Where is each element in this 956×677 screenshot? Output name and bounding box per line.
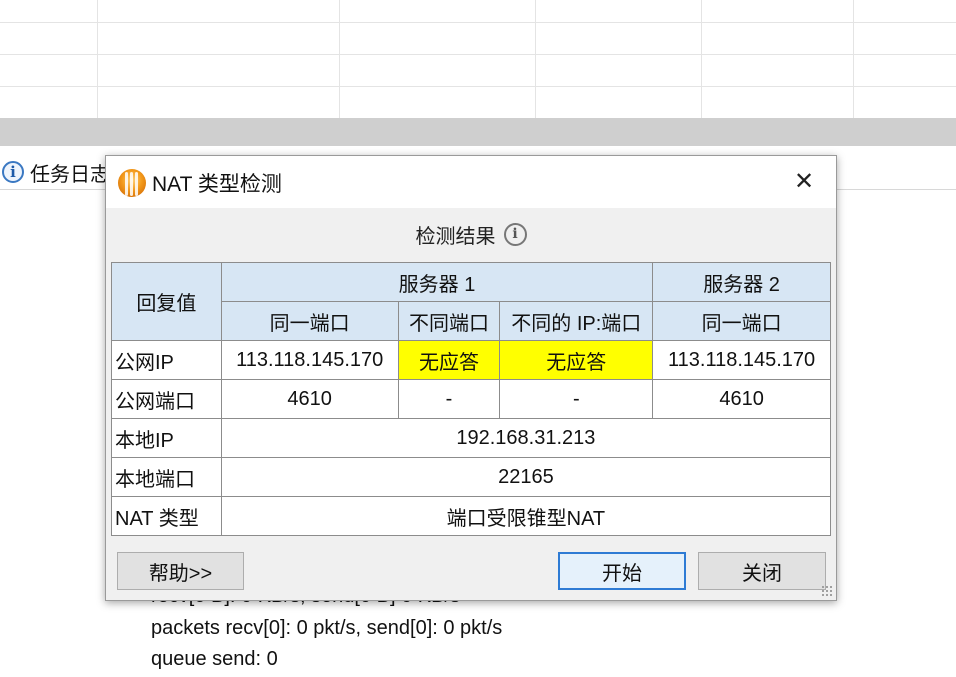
tab-task-log[interactable]: i 任务日志 — [0, 154, 110, 190]
cell-public-port-s2-same: 4610 — [652, 379, 831, 419]
info-icon: i — [2, 161, 24, 183]
row-label-nat-type: NAT 类型 — [111, 496, 222, 536]
close-icon[interactable]: ✕ — [790, 168, 818, 196]
row-label-local-ip: 本地IP — [111, 418, 222, 458]
row-label-public-port: 公网端口 — [111, 379, 222, 419]
info-icon[interactable]: i — [503, 222, 527, 246]
subheader-diff-ip-port: 不同的 IP:端口 — [499, 301, 654, 341]
cell-public-port-s1-diff-ip-port: - — [499, 379, 654, 419]
help-button[interactable]: 帮助>> — [117, 552, 244, 590]
row-label-local-port: 本地端口 — [111, 457, 222, 497]
row-label-public-ip: 公网IP — [111, 340, 222, 380]
subheader-same-port: 同一端口 — [220, 301, 399, 341]
nat-detect-dialog: NAT 类型检测 ✕ 检测结果 i 回复值 服务器 1 服务器 2 同一端口 不… — [105, 155, 837, 601]
dialog-titlebar[interactable]: NAT 类型检测 ✕ — [106, 156, 836, 208]
log-line-queue: queue send: 0 — [151, 648, 278, 670]
table-row: 本地IP 192.168.31.213 — [111, 418, 832, 458]
tab-task-log-label: 任务日志 — [30, 163, 110, 186]
header-server-2: 服务器 2 — [652, 262, 831, 302]
section-title: 检测结果 — [415, 225, 496, 248]
background-grid — [0, 0, 956, 118]
cell-local-ip: 192.168.31.213 — [220, 418, 832, 458]
section-header: 检测结果 i — [106, 208, 836, 260]
cell-nat-type: 端口受限锥型NAT — [220, 496, 832, 536]
cell-public-ip-s1-same: 113.118.145.170 — [220, 340, 399, 380]
subheader-diff-port: 不同端口 — [397, 301, 501, 341]
table-row: 公网端口 4610 - - 4610 — [111, 379, 831, 419]
app-logo-icon — [118, 169, 146, 197]
start-button[interactable]: 开始 — [558, 552, 686, 590]
cell-local-port: 22165 — [220, 457, 832, 497]
dialog-title: NAT 类型检测 — [152, 173, 282, 196]
cell-public-port-s1-diff-port: - — [397, 379, 501, 419]
cell-public-ip-s1-diff-ip-port: 无应答 — [499, 340, 654, 380]
table-row: NAT 类型 端口受限锥型NAT — [111, 496, 832, 536]
table-row: 本地端口 22165 — [111, 457, 832, 497]
resize-grip[interactable] — [821, 585, 833, 597]
pane-splitter[interactable] — [0, 118, 956, 146]
results-table: 回复值 服务器 1 服务器 2 同一端口 不同端口 不同的 IP:端口 同一端口… — [111, 262, 832, 536]
cell-public-port-s1-same: 4610 — [220, 379, 399, 419]
table-row: 公网IP 113.118.145.170 无应答 无应答 113.118.145… — [111, 340, 831, 380]
cell-public-ip-s1-diff-port: 无应答 — [397, 340, 501, 380]
cell-public-ip-s2-same: 113.118.145.170 — [652, 340, 831, 380]
subheader-same-port-2: 同一端口 — [652, 301, 831, 341]
screen: i 任务日志 recv[0 B]: 0 KB/s, send[0 B] 0 KB… — [0, 0, 956, 677]
header-reply-value: 回复值 — [111, 262, 222, 341]
header-server-1: 服务器 1 — [220, 262, 654, 302]
log-line-packets: packets recv[0]: 0 pkt/s, send[0]: 0 pkt… — [151, 617, 503, 639]
close-button[interactable]: 关闭 — [698, 552, 826, 590]
table-header-row: 回复值 服务器 1 服务器 2 — [111, 262, 831, 341]
